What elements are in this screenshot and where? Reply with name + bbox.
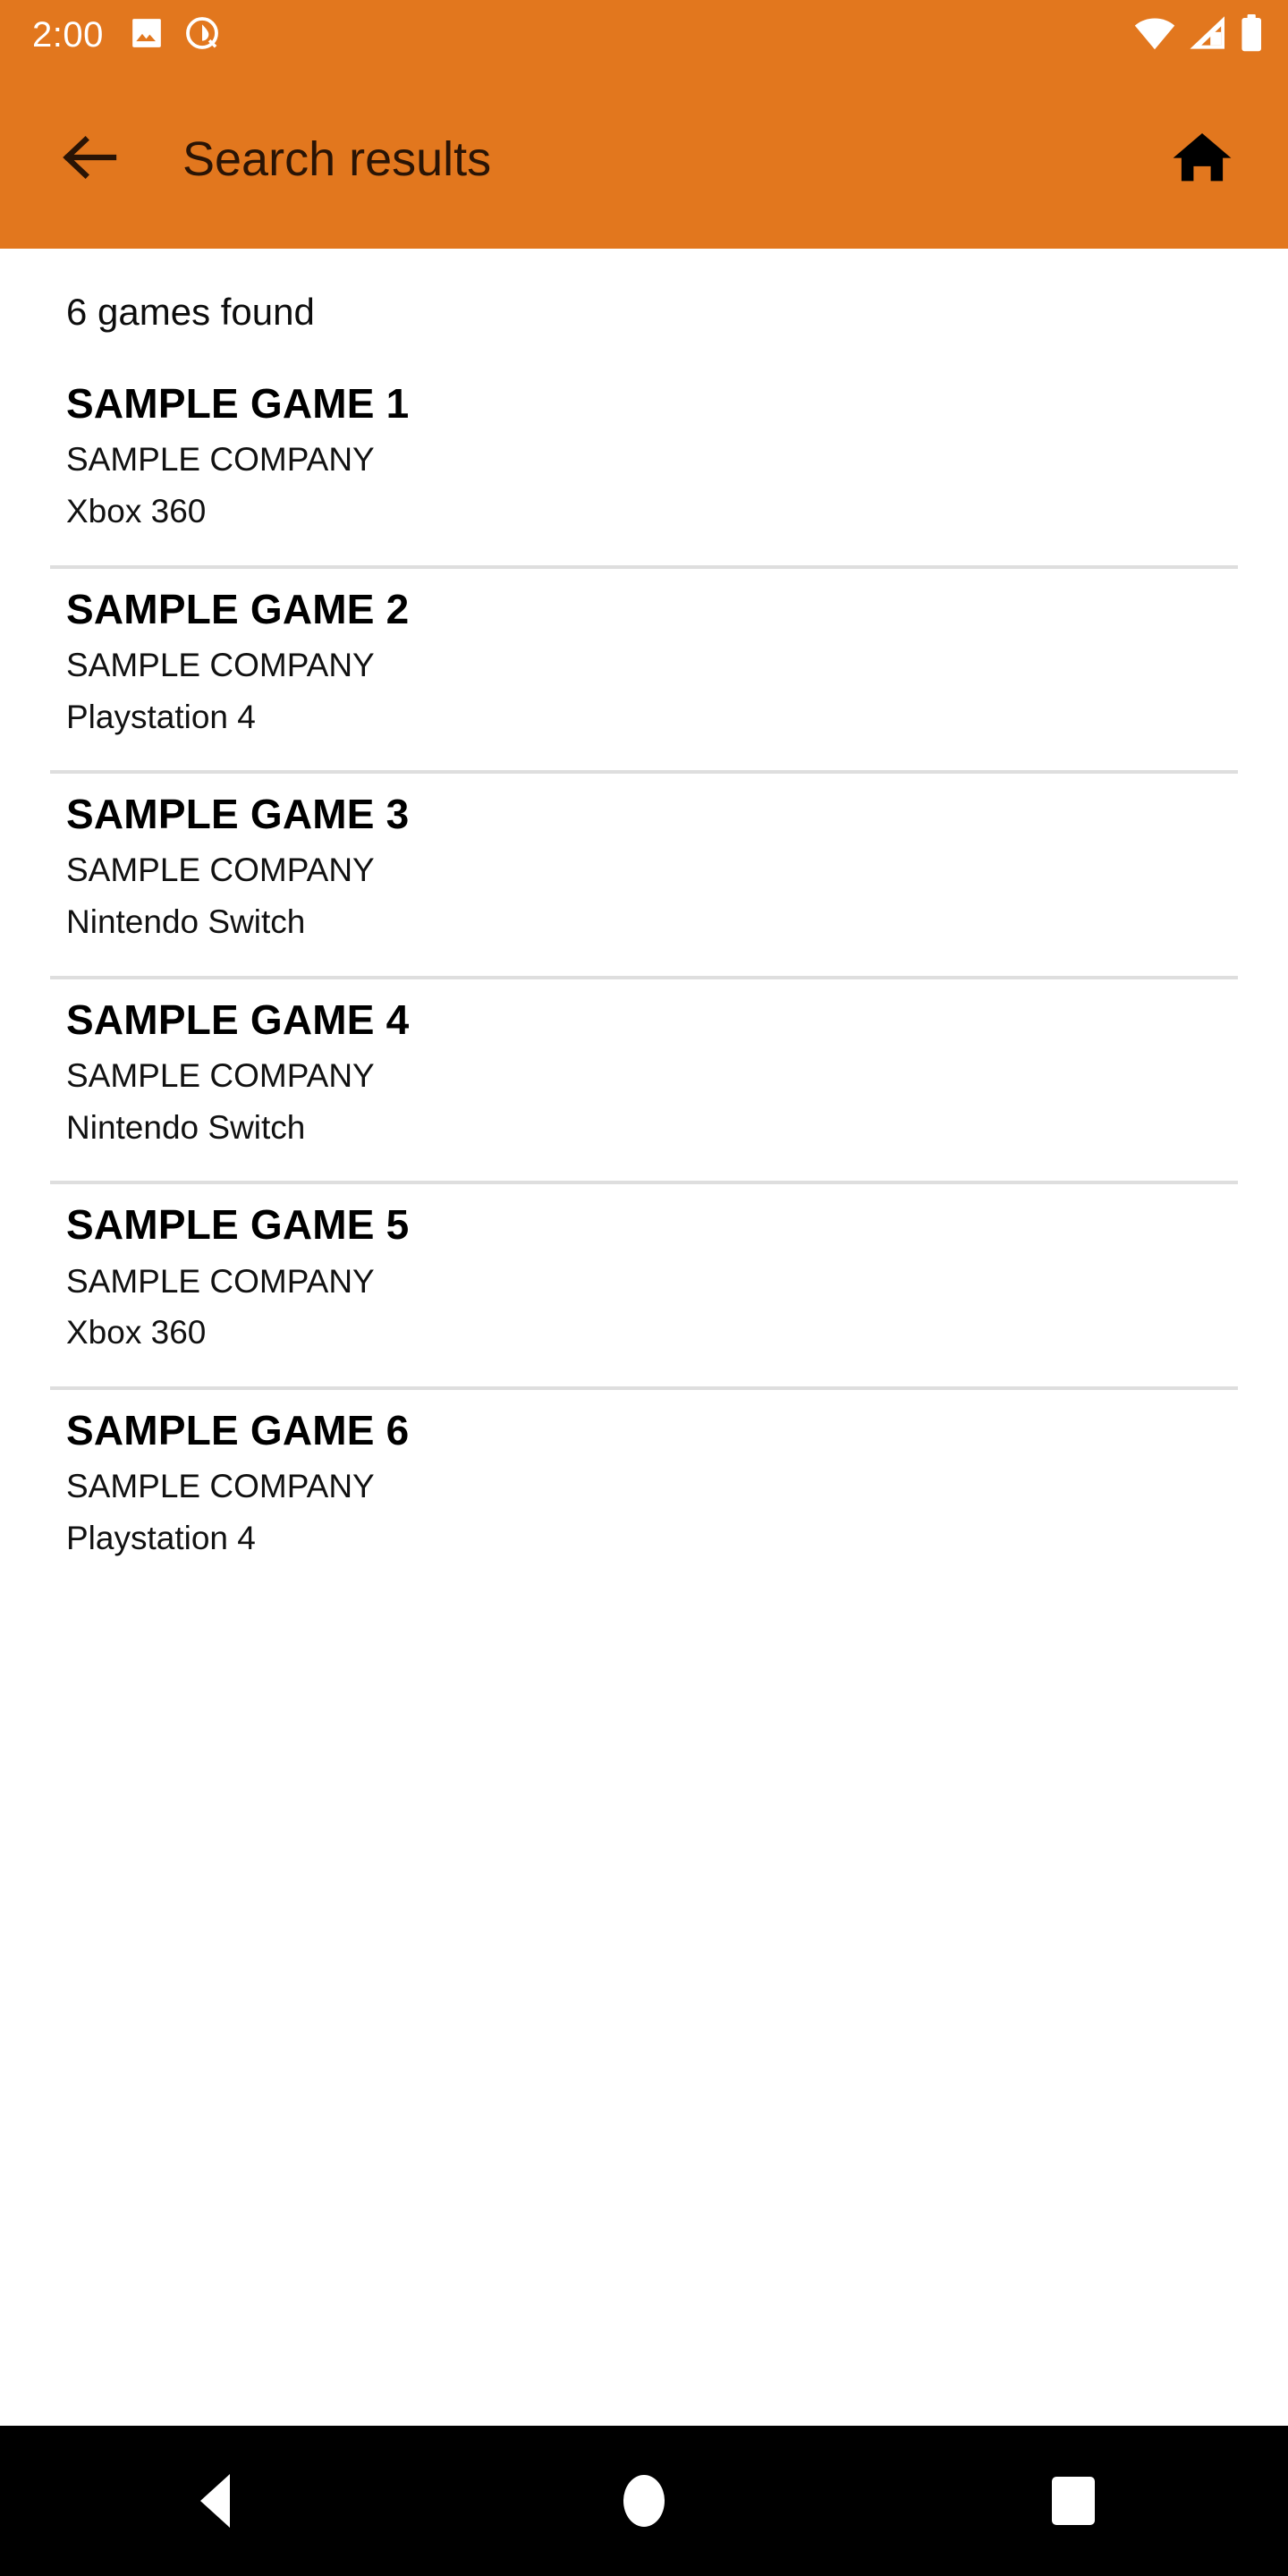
dnd-icon [184,15,220,55]
game-company: SAMPLE COMPANY [66,852,375,889]
back-button[interactable] [43,113,136,206]
search-results-list: SAMPLE GAME 1 SAMPLE COMPANY Xbox 360 SA… [0,363,1288,1577]
game-platform: Nintendo Switch [66,903,306,941]
list-item[interactable]: SAMPLE GAME 1 SAMPLE COMPANY Xbox 360 [0,363,1288,551]
results-count-label: 6 games found [66,291,315,333]
android-navigation-bar [0,2426,1288,2576]
game-company: SAMPLE COMPANY [66,1468,375,1505]
game-title: SAMPLE GAME 4 [66,996,410,1043]
game-title: SAMPLE GAME 3 [66,791,410,838]
game-company: SAMPLE COMPANY [66,441,375,479]
list-item[interactable]: SAMPLE GAME 4 SAMPLE COMPANY Nintendo Sw… [0,979,1288,1167]
arrow-left-icon [57,125,122,194]
game-title: SAMPLE GAME 2 [66,585,410,632]
list-item[interactable]: SAMPLE GAME 6 SAMPLE COMPANY Playstation… [0,1390,1288,1578]
wifi-icon [1134,15,1175,55]
home-icon [1170,125,1234,194]
nav-home-button[interactable] [572,2426,716,2576]
game-title: SAMPLE GAME 6 [66,1406,410,1453]
game-title: SAMPLE GAME 1 [66,380,410,427]
cellular-signal-icon [1188,15,1227,55]
status-clock: 2:00 [32,15,104,55]
game-platform: Xbox 360 [66,1314,207,1352]
game-company: SAMPLE COMPANY [66,646,375,683]
image-icon [129,15,165,55]
square-recents-icon [1052,2477,1095,2525]
game-platform: Nintendo Switch [66,1108,306,1146]
app-bar: Search results [0,70,1288,249]
list-item[interactable]: SAMPLE GAME 2 SAMPLE COMPANY Playstation… [0,569,1288,757]
status-bar: 2:00 [0,0,1288,70]
list-item[interactable]: SAMPLE GAME 3 SAMPLE COMPANY Nintendo Sw… [0,774,1288,962]
home-button[interactable] [1156,113,1249,206]
game-platform: Xbox 360 [66,492,207,530]
game-title: SAMPLE GAME 5 [66,1201,410,1249]
circle-home-icon [623,2475,665,2527]
status-system-icons [1134,13,1263,56]
search-results-content: 6 games found SAMPLE GAME 1 SAMPLE COMPA… [0,249,1288,2426]
list-item[interactable]: SAMPLE GAME 5 SAMPLE COMPANY Xbox 360 [0,1184,1288,1372]
game-platform: Playstation 4 [66,1519,256,1556]
game-company: SAMPLE COMPANY [66,1262,375,1300]
battery-icon [1240,13,1263,56]
status-notification-icons [129,15,220,55]
triangle-back-icon [199,2474,230,2528]
nav-back-button[interactable] [143,2426,286,2576]
game-company: SAMPLE COMPANY [66,1057,375,1094]
game-platform: Playstation 4 [66,698,256,735]
page-title: Search results [182,132,492,186]
nav-recents-button[interactable] [1002,2426,1145,2576]
